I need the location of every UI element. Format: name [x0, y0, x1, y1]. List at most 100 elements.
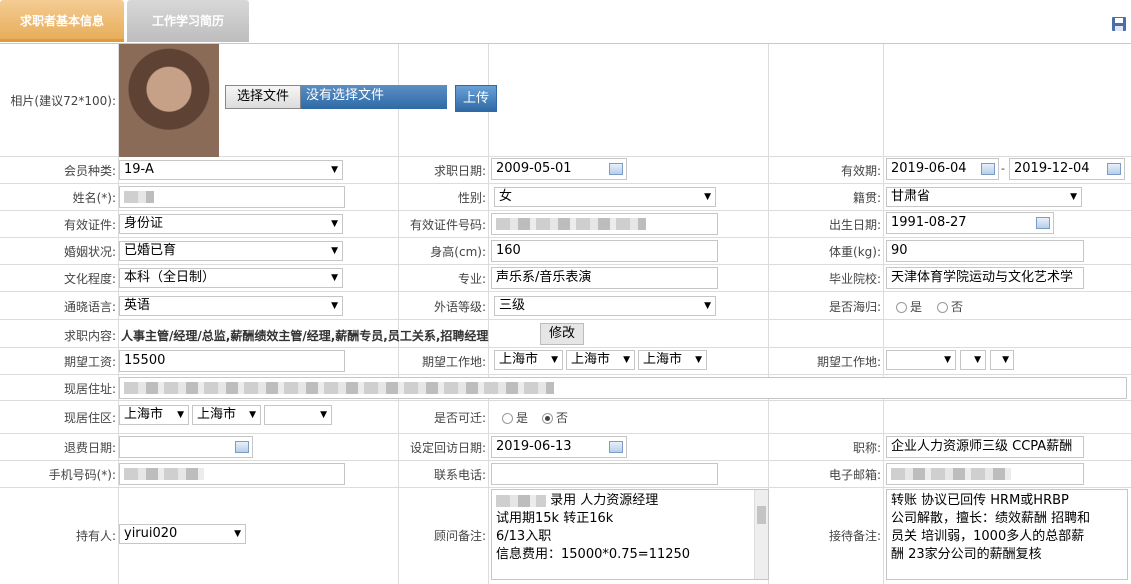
major-input[interactable]: 声乐系/音乐表演 — [491, 267, 718, 289]
work-place2-select-3[interactable]: ▼ — [990, 350, 1014, 370]
choose-file-button[interactable]: 选择文件 — [225, 85, 301, 109]
chevron-down-icon: ▼ — [331, 165, 338, 175]
name-input[interactable] — [119, 186, 345, 208]
calendar-icon[interactable] — [1036, 217, 1050, 229]
marital-value: 已婚已育 — [124, 243, 177, 258]
member-type-select[interactable]: 19-A ▼ — [119, 160, 343, 180]
overseas-no-label: 否 — [951, 300, 964, 314]
work-place2-select-1[interactable]: ▼ — [886, 350, 956, 370]
address-input[interactable] — [119, 377, 1127, 399]
reception-note-textarea[interactable]: 转账 协议已回传 HRM或HRBP 公司解散，擅长：绩效薪酬 招聘和 员关 培训… — [886, 489, 1128, 580]
birth-input[interactable]: 1991-08-27 — [886, 212, 1054, 234]
calendar-icon[interactable] — [1107, 163, 1121, 175]
language-label: 通晓语言: — [63, 300, 116, 314]
major-label: 专业: — [457, 272, 486, 286]
tab-resume[interactable]: 工作学习简历 — [127, 0, 249, 42]
overseas-yes-label: 是 — [910, 300, 923, 314]
note-line: 录用 人力资源经理 — [550, 493, 659, 508]
refund-date-input[interactable] — [119, 436, 253, 458]
relocate-yes-radio[interactable]: 是 — [502, 409, 528, 426]
work-place-value-2: 上海市 — [571, 352, 611, 367]
job-date-input[interactable]: 2009-05-01 — [491, 158, 627, 180]
note-line: 转账 协议已回传 HRM或HRBP — [891, 493, 1069, 508]
save-icon[interactable] — [1111, 16, 1127, 32]
revisit-date-value: 2019-06-13 — [496, 439, 572, 454]
district-select-2[interactable]: 上海市 ▼ — [192, 405, 261, 425]
title-input[interactable]: 企业人力资源师三级 CCPA薪酬 — [886, 436, 1084, 458]
blurred-value — [891, 468, 1011, 480]
district-select-1[interactable]: 上海市 ▼ — [119, 405, 189, 425]
relocate-no-radio[interactable]: 否 — [542, 409, 568, 426]
education-value: 本科（全日制） — [124, 270, 216, 285]
scrollbar-thumb[interactable] — [757, 506, 766, 524]
height-input[interactable]: 160 — [491, 240, 718, 262]
chevron-down-icon: ▼ — [331, 246, 338, 256]
salary-input[interactable]: 15500 — [119, 350, 345, 372]
chevron-down-icon: ▼ — [249, 410, 256, 420]
work-place-value-1: 上海市 — [499, 352, 539, 367]
consultant-note-textarea[interactable]: 录用 人力资源经理 试用期15k 转正16k 6/13入职 信息费用：15000… — [491, 489, 769, 580]
work-place-select-1[interactable]: 上海市 ▼ — [494, 350, 563, 370]
valid-period-label: 有效期: — [840, 164, 881, 178]
mobile-input[interactable] — [119, 463, 345, 485]
hometown-value: 甘肃省 — [891, 189, 931, 204]
note-line: 试用期15k 转正16k — [496, 511, 614, 526]
valid-from-input[interactable]: 2019-06-04 — [886, 158, 999, 180]
refund-date-label: 退费日期: — [63, 441, 116, 455]
work-place-select-2[interactable]: 上海市 ▼ — [566, 350, 635, 370]
gender-select[interactable]: 女 ▼ — [494, 187, 716, 207]
calendar-icon[interactable] — [981, 163, 995, 175]
valid-to-input[interactable]: 2019-12-04 — [1009, 158, 1125, 180]
blurred-value — [496, 218, 646, 230]
overseas-yes-radio[interactable]: 是 — [896, 298, 922, 315]
calendar-icon[interactable] — [609, 163, 623, 175]
chevron-down-icon: ▼ — [331, 273, 338, 283]
lang-level-label: 外语等级: — [433, 300, 486, 314]
chevron-down-icon: ▼ — [234, 529, 241, 539]
holder-label: 持有人: — [75, 529, 116, 543]
district-value-2: 上海市 — [197, 407, 237, 422]
job-content-label: 求职内容: — [63, 329, 116, 343]
calendar-icon[interactable] — [609, 441, 623, 453]
holder-select[interactable]: yirui020 ▼ — [119, 524, 246, 544]
tab-basic-info[interactable]: 求职者基本信息 — [0, 0, 124, 42]
scrollbar[interactable] — [754, 490, 768, 579]
overseas-label: 是否海归: — [828, 300, 881, 314]
name-label: 姓名(*): — [72, 191, 116, 205]
address-label: 现居住址: — [63, 382, 116, 396]
id-type-select[interactable]: 身份证 ▼ — [119, 214, 343, 234]
note-line: 公司解散，擅长：绩效薪酬 招聘和 — [891, 511, 1091, 526]
photo-image — [119, 44, 219, 157]
lang-level-select[interactable]: 三级 ▼ — [494, 296, 716, 316]
marital-select[interactable]: 已婚已育 ▼ — [119, 241, 343, 261]
radio-circle — [502, 413, 513, 424]
hometown-select[interactable]: 甘肃省 ▼ — [886, 187, 1082, 207]
email-input[interactable] — [886, 463, 1084, 485]
email-label: 电子邮箱: — [828, 468, 881, 482]
school-label: 毕业院校: — [828, 272, 881, 286]
overseas-no-radio[interactable]: 否 — [937, 298, 963, 315]
work-place-select-3[interactable]: 上海市 ▼ — [638, 350, 707, 370]
id-type-label: 有效证件: — [63, 218, 116, 232]
weight-input[interactable]: 90 — [886, 240, 1084, 262]
school-input[interactable]: 天津体育学院运动与文化艺术学 — [886, 267, 1084, 289]
phone-input[interactable] — [491, 463, 718, 485]
upload-button[interactable]: 上传 — [455, 85, 497, 112]
work-place-label: 期望工作地: — [421, 355, 486, 369]
education-select[interactable]: 本科（全日制） ▼ — [119, 268, 343, 288]
id-number-input[interactable] — [491, 213, 718, 235]
blurred-value — [124, 468, 204, 480]
member-type-value: 19-A — [124, 162, 154, 177]
modify-button[interactable]: 修改 — [540, 323, 584, 345]
note-line: 员关 培训弱，1000多人的总部薪 — [891, 529, 1085, 544]
calendar-icon[interactable] — [235, 441, 249, 453]
revisit-date-input[interactable]: 2019-06-13 — [491, 436, 627, 458]
id-type-value: 身份证 — [124, 216, 164, 231]
district-select-3[interactable]: ▼ — [264, 405, 332, 425]
job-date-value: 2009-05-01 — [496, 161, 572, 176]
height-label: 身高(cm): — [430, 245, 486, 259]
language-select[interactable]: 英语 ▼ — [119, 296, 343, 316]
work-place2-select-2[interactable]: ▼ — [960, 350, 986, 370]
language-value: 英语 — [124, 298, 151, 313]
education-label: 文化程度: — [63, 272, 116, 286]
